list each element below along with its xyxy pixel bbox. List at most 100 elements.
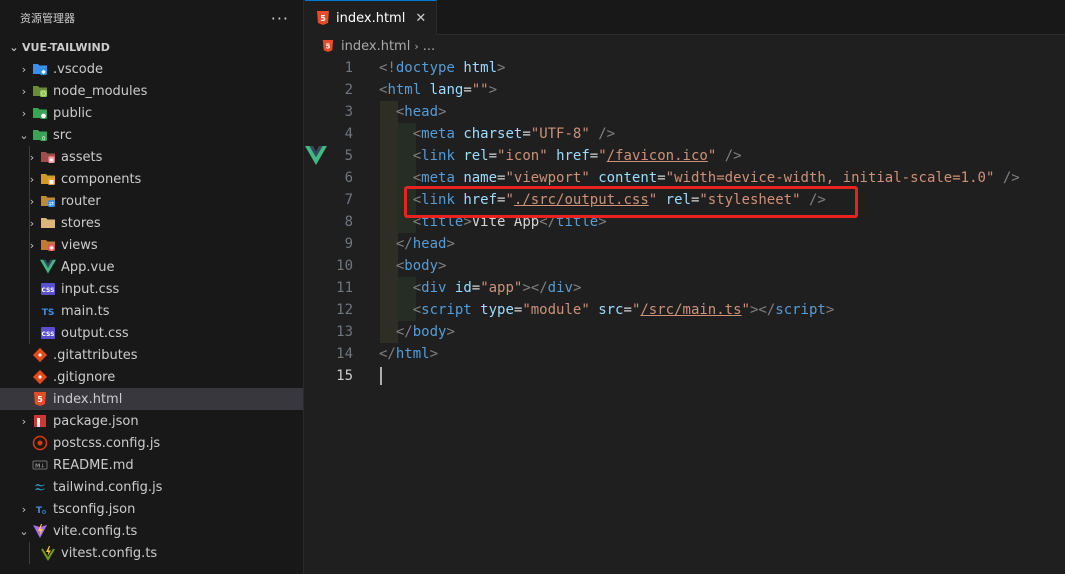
tree-item[interactable]: TS main.ts (0, 300, 303, 322)
code-token: > (825, 302, 835, 318)
vite-file-icon (32, 523, 48, 539)
chevron-right-icon: › (29, 238, 35, 252)
tree-item-label: vite.config.ts (53, 523, 138, 539)
tree-item[interactable]: .gitignore (0, 366, 303, 388)
tree-item[interactable]: 5 index.html (0, 388, 303, 410)
tree-item[interactable]: › ◼ components (0, 168, 303, 190)
tab-label: index.html (336, 10, 406, 26)
code-token: <! (379, 60, 396, 76)
code-text: <div id="app"></div> (379, 280, 582, 296)
code-line[interactable]: 14 </html> (305, 343, 1065, 365)
tree-item[interactable]: › ⇄ router (0, 190, 303, 212)
code-token: </ (395, 324, 413, 340)
svg-text:5: 5 (37, 395, 43, 404)
line-number: 9 (344, 236, 353, 252)
code-token: > (446, 236, 455, 252)
line-number: 4 (344, 126, 353, 142)
tree-item[interactable]: ⌄ ⌂ src (0, 124, 303, 146)
code-line[interactable]: 2 <html lang=""> (305, 79, 1065, 101)
svg-text:⬡: ⬡ (41, 91, 46, 98)
tree-item[interactable]: › package.json (0, 410, 303, 432)
breadcrumb-more[interactable]: ... (423, 39, 435, 54)
code-token: = (463, 82, 472, 98)
code-line[interactable]: 10 <body> (305, 255, 1065, 277)
code-editor[interactable]: 1 <!doctype html> 2 <html lang=""> 3 <head> 4… (305, 57, 1065, 387)
code-token: "module" (522, 302, 590, 318)
tree-item[interactable]: vitest.config.ts (0, 542, 303, 564)
code-line[interactable]: 5 <link rel="icon" href="/favicon.ico" /… (305, 145, 1065, 167)
svg-text:5: 5 (320, 14, 326, 23)
tree-item[interactable]: › T ⚙ tsconfig.json (0, 498, 303, 520)
code-line[interactable]: 9 </head> (305, 233, 1065, 255)
tree-item[interactable]: postcss.config.js (0, 432, 303, 454)
vue-file-icon (40, 259, 56, 275)
tree-item[interactable]: › ⬡ node_modules (0, 80, 303, 102)
tab-index-html[interactable]: 5 index.html ✕ (305, 0, 438, 35)
tree-item[interactable]: .gitattributes (0, 344, 303, 366)
code-token: body (412, 324, 447, 340)
code-token: head (412, 236, 447, 252)
tree-item[interactable]: tailwind.config.js (0, 476, 303, 498)
markdown-file-icon: M↓ (32, 457, 48, 473)
editor-area: 5 index.html ✕ 5 index.html › ... 1 <!doc… (305, 0, 1065, 574)
code-line[interactable]: 11 <div id="app"></div> (305, 277, 1065, 299)
code-token: rel (463, 148, 489, 164)
close-icon[interactable]: ✕ (415, 11, 426, 26)
svg-text:◆: ◆ (41, 69, 46, 76)
tree-item[interactable]: › stores (0, 212, 303, 234)
code-text: <link rel="icon" href="/favicon.ico" /> (379, 148, 742, 164)
workspace-root[interactable]: ⌄ VUE-TAILWIND (0, 36, 303, 58)
line-number: 7 (344, 192, 353, 208)
file-tree: › ◆ .vscode › ⬡ node_modules › ● public ⌄ ⌂ src › ▣ as… (0, 58, 303, 564)
code-line[interactable]: 4 <meta charset="UTF-8" /> (305, 123, 1065, 145)
code-token: ></ (749, 302, 776, 318)
code-token: meta (421, 170, 455, 186)
code-token: < (412, 170, 422, 186)
tree-item[interactable]: ⌄ vite.config.ts (0, 520, 303, 542)
assets-folder-icon: ▣ (40, 149, 56, 165)
breadcrumb-file[interactable]: index.html (341, 39, 410, 54)
code-token: html (463, 60, 498, 76)
tree-item[interactable]: CSS output.css (0, 322, 303, 344)
code-text: <meta charset="UTF-8" /> (379, 126, 615, 142)
code-token: /> (1002, 170, 1020, 186)
tree-item[interactable]: › ▣ assets (0, 146, 303, 168)
code-line[interactable]: 1 <!doctype html> (305, 57, 1065, 79)
more-actions-icon[interactable]: ··· (271, 9, 289, 28)
code-text: <script type="module" src="/src/main.ts"… (379, 302, 835, 318)
code-token: "width=device-width, initial-scale=1.0" (665, 170, 995, 186)
breadcrumb: 5 index.html › ... (305, 35, 1065, 57)
code-token: meta (421, 126, 455, 142)
tree-item[interactable]: › ● public (0, 102, 303, 124)
code-token: name (463, 170, 498, 186)
tree-item[interactable]: › ◉ views (0, 234, 303, 256)
code-line[interactable]: 15 (305, 365, 1065, 387)
code-token: "app" (480, 280, 523, 296)
tree-item-label: index.html (53, 391, 123, 407)
tree-item[interactable]: M↓ README.md (0, 454, 303, 476)
chevron-right-icon: › (29, 172, 35, 186)
tree-item[interactable]: › ◆ .vscode (0, 58, 303, 80)
tree-item[interactable]: App.vue (0, 256, 303, 278)
code-line[interactable]: 3 <head> (305, 101, 1065, 123)
code-token: /src/main.ts (640, 302, 742, 318)
code-token: html (395, 346, 430, 362)
tree-item[interactable]: CSS input.css (0, 278, 303, 300)
code-token: div (547, 280, 573, 296)
line-number: 13 (336, 324, 353, 340)
tree-item-label: stores (61, 215, 101, 231)
tailwind-file-icon (32, 479, 48, 495)
code-text: </body> (379, 324, 455, 340)
code-token: = (488, 148, 498, 164)
chevron-right-icon: › (29, 150, 35, 164)
code-token: charset (463, 126, 523, 142)
line-number: 1 (344, 60, 353, 76)
code-line[interactable]: 13 </body> (305, 321, 1065, 343)
code-line[interactable]: 12 <script type="module" src="/src/main.… (305, 299, 1065, 321)
code-token: = (623, 302, 632, 318)
line-number: 14 (336, 346, 353, 362)
